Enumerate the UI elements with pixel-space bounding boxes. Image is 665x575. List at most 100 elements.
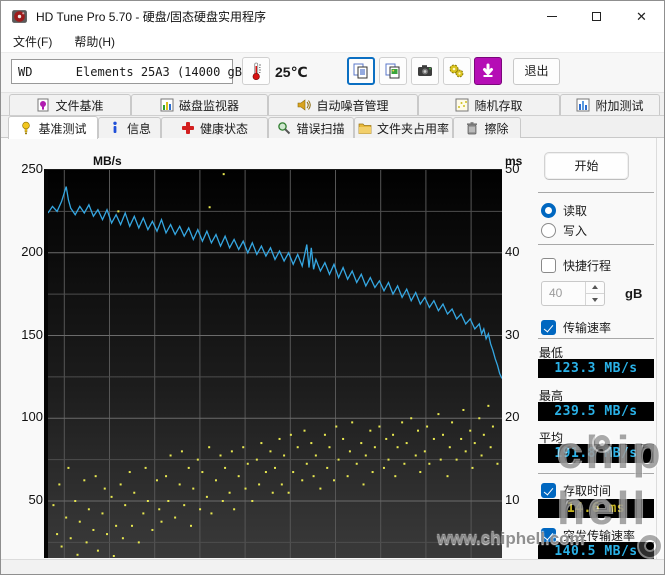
benchmark-chart-svg: [48, 170, 502, 558]
tab-disk-monitor[interactable]: 磁盘监视器: [131, 94, 268, 115]
random-access-icon: [455, 98, 469, 112]
tab-random-access[interactable]: 随机存取: [418, 94, 560, 115]
app-icon: [12, 9, 27, 23]
maximize-button[interactable]: [574, 1, 619, 31]
short-stroke-checkbox[interactable]: [541, 258, 556, 273]
file-benchmark-icon: [37, 98, 49, 112]
copy-text-button[interactable]: [347, 57, 375, 85]
tab-row-primary: 基准测试 信息 健康状态 错误扫描 文件夹占用率 擦除: [1, 116, 664, 139]
min-value-display: 123.3 MB/s: [538, 359, 654, 378]
tab-error-scan[interactable]: 错误扫描: [268, 117, 354, 138]
read-radio-label: 读取: [563, 204, 588, 218]
disk-monitor-icon: [160, 98, 174, 112]
spinner-up-icon[interactable]: [586, 282, 604, 293]
window-title: HD Tune Pro 5.70 - 硬盘/固态硬盘实用程序: [36, 9, 267, 24]
speaker-icon: [298, 99, 312, 111]
short-stroke-option[interactable]: 快捷行程: [541, 257, 611, 274]
start-button[interactable]: 开始: [544, 152, 629, 180]
tab-label: 磁盘监视器: [178, 98, 239, 113]
tab-label: 自动噪音管理: [316, 98, 389, 113]
close-icon: ✕: [636, 8, 647, 24]
status-bar: [1, 559, 664, 574]
close-button[interactable]: ✕: [619, 1, 664, 31]
short-stroke-value: 40: [549, 286, 563, 300]
tab-info[interactable]: 信息: [98, 117, 161, 138]
tab-health[interactable]: 健康状态: [161, 117, 268, 138]
spinner-arrows: [585, 282, 604, 305]
transfer-option[interactable]: 传输速率: [541, 319, 611, 336]
exclamation-icon: [22, 121, 31, 135]
separator: [538, 244, 654, 245]
toolbar: WD Elements 25A3 (14000 gB) 25℃ 退出: [1, 54, 664, 93]
tab-label: 文件基准: [55, 98, 104, 113]
menu-file[interactable]: 文件(F): [3, 31, 62, 52]
options-button[interactable]: [443, 57, 471, 85]
burst-rate-checkbox[interactable]: [541, 528, 556, 543]
max-value-display: 239.5 MB/s: [538, 402, 654, 421]
camera-icon: [418, 65, 432, 76]
axis-tick: 150: [21, 326, 43, 342]
tab-erase[interactable]: 擦除: [453, 117, 521, 138]
axis-tick: 100: [21, 409, 43, 425]
tab-label: 随机存取: [474, 98, 523, 113]
avg-value-display: 191.8 MB/s: [538, 444, 654, 463]
tab-label: 基准测试: [38, 121, 87, 136]
download-arrow-icon: [483, 63, 493, 77]
health-cross-icon: [181, 122, 194, 134]
write-radio-label: 写入: [563, 224, 588, 238]
drive-select[interactable]: WD Elements 25A3 (14000 gB): [11, 59, 253, 84]
gears-icon: [449, 64, 464, 78]
read-option[interactable]: 读取: [541, 202, 587, 219]
tab-row-secondary: 文件基准 磁盘监视器 自动噪音管理 随机存取 附加测试: [1, 93, 664, 116]
maximize-icon: [592, 11, 601, 21]
access-time-option[interactable]: 存取时间: [541, 482, 611, 499]
axis-tick: 10: [505, 492, 520, 507]
exit-button[interactable]: 退出: [513, 58, 560, 85]
spinner-down-icon[interactable]: [586, 293, 604, 305]
separator: [538, 338, 654, 339]
minimize-button[interactable]: [529, 1, 574, 31]
screenshot-button[interactable]: [411, 57, 439, 85]
axis-tick: 200: [21, 243, 43, 259]
menu-help[interactable]: 帮助(H): [64, 31, 125, 52]
axis-tick: 30: [505, 326, 520, 342]
access-time-checkbox[interactable]: [541, 483, 556, 498]
write-option[interactable]: 写入: [541, 222, 587, 239]
minimize-icon: [546, 15, 557, 17]
tab-benchmark[interactable]: 基准测试: [8, 116, 98, 139]
thermometer-icon: [252, 62, 261, 81]
copy-image-icon: [385, 63, 400, 79]
tab-file-benchmark[interactable]: 文件基准: [9, 94, 131, 115]
trash-icon: [467, 122, 478, 135]
write-radio[interactable]: [541, 223, 556, 238]
tab-folder-usage[interactable]: 文件夹占用率: [354, 117, 453, 138]
update-button[interactable]: [474, 57, 502, 85]
temperature-button[interactable]: [242, 57, 270, 85]
menu-bar: 文件(F) 帮助(H): [1, 31, 664, 53]
separator: [538, 473, 654, 474]
short-stroke-spinner[interactable]: 40: [541, 281, 605, 306]
copy-image-button[interactable]: [379, 57, 407, 85]
extra-tests-icon: [576, 98, 590, 112]
folder-icon: [358, 123, 372, 134]
axis-tick: 250: [21, 161, 43, 176]
short-stroke-unit: gB: [625, 286, 643, 301]
transfer-label: 传输速率: [563, 321, 612, 335]
magnifier-icon: [278, 122, 291, 135]
axis-tick: 40: [505, 243, 520, 259]
separator: [538, 192, 654, 193]
axis-tick: 20: [505, 409, 520, 425]
hdtune-window: HD Tune Pro 5.70 - 硬盘/固态硬盘实用程序 ✕ 文件(F) 帮…: [0, 0, 665, 575]
axis-tick: 50: [28, 492, 43, 507]
tab-label: 信息: [126, 121, 151, 136]
tab-label: 附加测试: [595, 98, 644, 113]
transfer-checkbox[interactable]: [541, 320, 556, 335]
short-stroke-label: 快捷行程: [563, 259, 612, 273]
read-radio[interactable]: [541, 203, 556, 218]
access-time-display: 14.6 ms: [538, 499, 654, 518]
tab-extra-tests[interactable]: 附加测试: [560, 94, 660, 115]
info-icon: [113, 121, 117, 133]
access-time-label: 存取时间: [563, 484, 612, 498]
tab-label: 错误扫描: [296, 121, 345, 136]
tab-aam[interactable]: 自动噪音管理: [268, 94, 418, 115]
